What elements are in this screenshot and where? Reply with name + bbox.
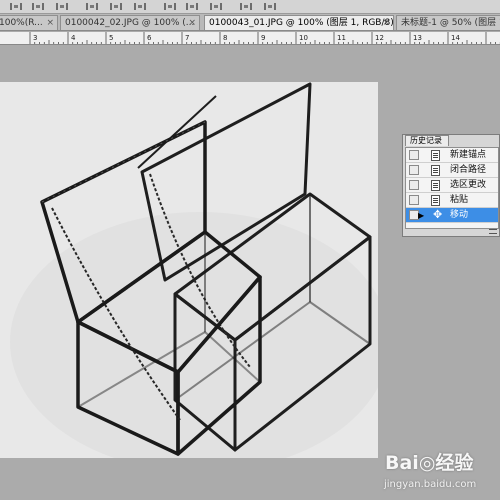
watermark-logo: Bai◎经验 — [385, 452, 474, 474]
watermark-url: jingyan.baidu.com — [384, 479, 477, 490]
document-tab-bar: 100%(R... × 0100042_02.JPG @ 100% (... ×… — [0, 14, 500, 31]
history-state-icon — [431, 180, 440, 191]
history-item-label: 移动 — [450, 210, 469, 220]
ruler-label: 8 — [223, 34, 227, 42]
align-hcenter-icon[interactable] — [110, 3, 122, 10]
baidu-jingyan-watermark: Bai◎经验 jingyan.baidu.com — [384, 448, 495, 500]
snapshot-source-checkbox[interactable] — [409, 165, 419, 175]
history-item-label: 粘贴 — [450, 195, 469, 205]
align-bottom-icon[interactable] — [56, 3, 68, 10]
history-item[interactable]: 选区更改 — [406, 178, 498, 193]
history-item-selected[interactable]: ▶ ✥ 移动 — [406, 208, 498, 223]
snapshot-source-checkbox[interactable] — [409, 195, 419, 205]
ruler-label: 7 — [185, 34, 189, 42]
tab-document-3-active[interactable]: 0100043_01.JPG @ 100% (图层 1, RGB/8) * × — [204, 15, 394, 30]
ruler-ticks: 3 4 5 6 7 8 9 10 11 12 13 14 — [29, 32, 500, 44]
distribute-bottom-icon[interactable] — [210, 3, 222, 10]
align-vcenter-icon[interactable] — [32, 3, 44, 10]
snapshot-source-checkbox[interactable] — [409, 180, 419, 190]
tab-title: 100%(R... — [0, 18, 43, 28]
history-panel: 历史记录 新建锚点 闭合路径 选区更改 粘贴 ▶ ✥ 移动 — [402, 134, 500, 237]
close-icon[interactable]: × — [382, 16, 390, 30]
move-tool-icon: ✥ — [433, 208, 443, 221]
history-item[interactable]: 闭合路径 — [406, 163, 498, 178]
align-right-icon[interactable] — [134, 3, 146, 10]
history-item-label: 闭合路径 — [450, 165, 487, 175]
options-bar — [0, 0, 500, 14]
ruler-label: 9 — [261, 34, 265, 42]
document-canvas[interactable] — [0, 82, 378, 458]
tab-document-1[interactable]: 100%(R... × — [0, 15, 58, 30]
ruler-label: 4 — [71, 34, 76, 42]
history-item[interactable]: 新建锚点 — [406, 148, 498, 163]
align-left-icon[interactable] — [86, 3, 98, 10]
history-state-icon — [431, 165, 440, 176]
distribute-left-icon[interactable] — [240, 3, 252, 10]
history-state-icon — [431, 150, 440, 161]
distribute-top-icon[interactable] — [164, 3, 176, 10]
distribute-hcenter-icon[interactable] — [264, 3, 276, 10]
ruler-label: 13 — [413, 34, 422, 42]
tab-document-2[interactable]: 0100042_02.JPG @ 100% (... × — [60, 15, 200, 30]
ruler-label: 14 — [451, 34, 460, 42]
snapshot-source-checkbox[interactable] — [409, 150, 419, 160]
horizontal-ruler[interactable]: 3 4 5 6 7 8 9 10 11 12 13 14 — [0, 32, 500, 45]
history-panel-tab[interactable]: 历史记录 — [405, 135, 449, 146]
history-item-label: 新建锚点 — [450, 150, 487, 160]
ruler-label: 5 — [109, 34, 113, 42]
tab-title: 未标题-1 @ 50% (图层 1... — [401, 18, 500, 28]
history-list: 新建锚点 闭合路径 选区更改 粘贴 ▶ ✥ 移动 — [405, 147, 499, 229]
glass-boxes-photo — [0, 82, 378, 458]
history-item[interactable]: 粘贴 — [406, 193, 498, 208]
align-top-icon[interactable] — [10, 3, 22, 10]
close-icon[interactable]: × — [46, 16, 54, 30]
ruler-label: 11 — [337, 34, 346, 42]
close-icon[interactable]: × — [188, 16, 196, 30]
history-state-marker-icon: ▶ — [418, 211, 425, 220]
history-state-icon — [431, 195, 440, 206]
tab-title: 0100043_01.JPG @ 100% (图层 1, RGB/8) * — [209, 18, 394, 28]
panel-menu-icon[interactable] — [489, 229, 497, 234]
ruler-label: 10 — [299, 34, 308, 42]
ruler-label: 12 — [375, 34, 384, 42]
ruler-label: 6 — [147, 34, 152, 42]
ruler-label: 3 — [33, 34, 37, 42]
history-item-label: 选区更改 — [450, 180, 487, 190]
tab-document-4[interactable]: 未标题-1 @ 50% (图层 1... — [396, 15, 500, 30]
tab-title: 0100042_02.JPG @ 100% (... — [65, 18, 195, 28]
distribute-vcenter-icon[interactable] — [186, 3, 198, 10]
